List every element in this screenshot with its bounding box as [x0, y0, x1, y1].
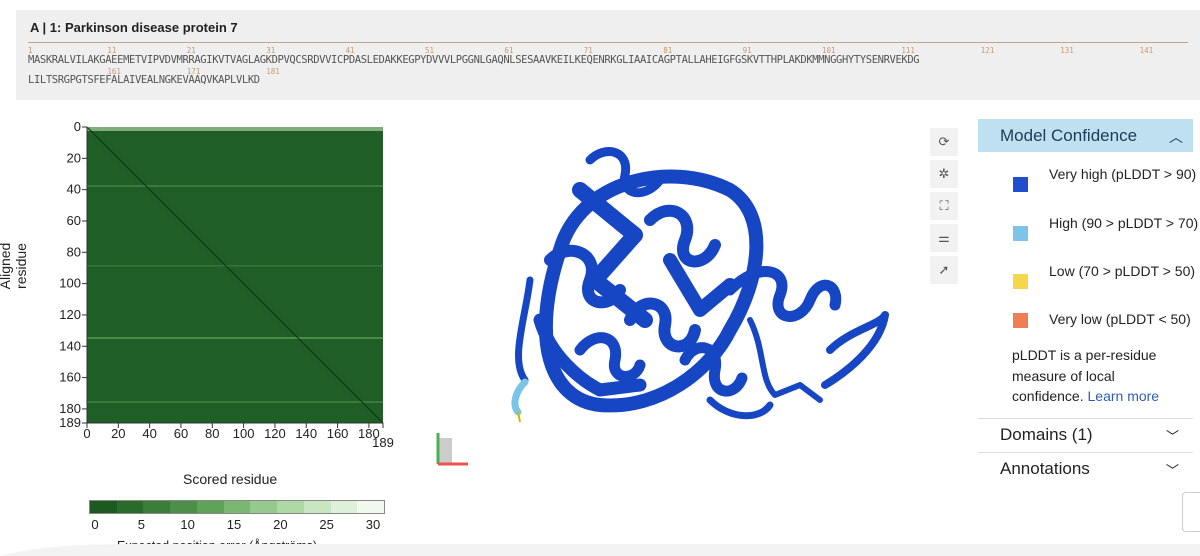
legend-label: Very low (pLDDT < 50) — [1049, 311, 1191, 327]
pae-y-tick-label: 189 — [59, 415, 81, 430]
pae-x-tick-label: 20 — [111, 426, 125, 441]
pae-x-ticks: 0 20 40 60 80 100 120 140 160 180189 — [83, 423, 394, 450]
fullscreen-icon[interactable]: ⛶ — [930, 192, 958, 220]
plddt-note: pLDDT is a per-residue measure of local … — [1012, 345, 1182, 417]
pae-matrix-band — [87, 337, 383, 339]
colorbar-tick-label: 30 — [365, 517, 381, 532]
colorbar-segment — [143, 501, 171, 513]
pae-matrix-band — [87, 185, 383, 187]
legend-swatch — [1013, 177, 1028, 192]
colorbar-segment — [330, 501, 358, 513]
axes-indicator — [436, 433, 468, 466]
pae-colorbar — [89, 500, 385, 514]
pae-y-tick-label: 0 — [74, 119, 81, 134]
protein-strand — [821, 311, 889, 389]
pae-y-tick-label: 80 — [67, 244, 81, 259]
legend-swatch — [1013, 226, 1028, 241]
pae-y-ticks: 0 20 40 60 80 100 120 140 160 180189 — [59, 119, 87, 430]
pae-x-tick-label: 120 — [264, 426, 286, 441]
annotations-label: Annotations — [1000, 459, 1090, 478]
sequence-position-label: 131 — [1060, 46, 1074, 55]
colorbar-tick-label: 5 — [137, 517, 145, 532]
pae-x-tick-label: 189 — [372, 435, 394, 450]
spin-icon[interactable]: ✲ — [930, 160, 958, 188]
pae-x-tick-label: 40 — [142, 426, 156, 441]
pae-matrix-band — [87, 401, 383, 403]
pae-y-tick-label: 120 — [59, 307, 81, 322]
colorbar-segment — [250, 501, 278, 513]
protein-tail — [511, 378, 529, 416]
chevron-down-icon[interactable]: ﹀ — [1166, 460, 1179, 479]
protein-loop — [515, 276, 534, 384]
legend-swatch — [1013, 313, 1028, 328]
bottom-edge — [0, 544, 1200, 556]
model-confidence-title: Model Confidence — [1000, 125, 1138, 145]
colorbar-segment — [277, 501, 304, 513]
pae-plot[interactable]: 020406080100120140160180189 0 20 40 60 80 100… — [0, 0, 430, 470]
domains-label: Domains (1) — [1000, 425, 1093, 444]
colorbar-segment — [90, 501, 117, 513]
chevron-down-icon[interactable]: ﹀ — [1166, 426, 1179, 445]
protein-cartoon[interactable] — [515, 147, 889, 420]
pae-matrix-top-band — [87, 127, 383, 131]
pae-y-tick-label: 180 — [59, 401, 81, 416]
colorbar-tick-label: 20 — [273, 517, 288, 532]
pae-y-tick-label: 160 — [59, 370, 81, 385]
pae-y-tick-label: 40 — [67, 182, 81, 197]
structure-viewer[interactable] — [430, 120, 900, 470]
model-confidence-header[interactable]: Model Confidence ︿ — [978, 119, 1193, 152]
pae-x-tick-label: 80 — [205, 426, 219, 441]
colorbar-segment — [223, 501, 251, 513]
colorbar-tick-label: 25 — [319, 517, 334, 532]
pae-x-tick-label: 160 — [327, 426, 349, 441]
colorbar-segment — [357, 501, 385, 513]
pae-y-tick-label: 60 — [67, 213, 81, 228]
legend-label: High (90 > pLDDT > 70) — [1049, 215, 1199, 231]
protein-helix — [574, 332, 646, 382]
pae-x-tick-label: 140 — [295, 426, 317, 441]
learn-more-link[interactable]: Learn more — [1088, 388, 1160, 404]
sequence-position-label: 121 — [980, 46, 995, 55]
sequence-position-label: 141 — [1139, 46, 1154, 55]
pae-x-tick-label: 100 — [233, 426, 255, 441]
protein-strand — [663, 253, 737, 317]
pae-x-axis-label: Scored residue — [183, 471, 278, 487]
chevron-up-icon[interactable]: ︿ — [1169, 127, 1183, 147]
feedback-tab[interactable] — [1182, 492, 1200, 532]
legend-label: Very high (pLDDT > 90) — [1049, 166, 1197, 182]
legend-label: Low (70 > pLDDT > 50) — [1049, 263, 1196, 279]
protein-helix — [644, 204, 721, 268]
side-panel: Model Confidence ︿ Very high (pLDDT > 90… — [978, 119, 1200, 489]
pae-y-tick-label: 100 — [59, 276, 81, 291]
viewer-toolbar: ⟳ ✲ ⛶ ⚌ ➚ — [930, 128, 958, 288]
pae-x-tick-label: 0 — [83, 426, 90, 441]
protein-loop — [747, 317, 823, 403]
colorbar-segment — [170, 501, 197, 513]
colorbar-tick-label: 10 — [180, 517, 195, 532]
settings-sliders-icon[interactable]: ⚌ — [930, 224, 958, 252]
rotate-icon[interactable]: ⟳ — [930, 128, 958, 156]
pointer-icon[interactable]: ➚ — [930, 256, 958, 284]
colorbar-tick-label: 0 — [91, 517, 99, 532]
legend-swatch — [1013, 274, 1028, 289]
colorbar-segment — [196, 501, 224, 513]
pae-matrix-band — [87, 265, 383, 267]
colorbar-tick-label: 15 — [226, 517, 242, 532]
colorbar-segment — [303, 501, 331, 513]
annotations-row[interactable]: Annotations ﹀ — [978, 452, 1193, 485]
colorbar-segment — [116, 501, 144, 513]
pae-x-tick-label: 60 — [174, 426, 188, 441]
protein-loop — [706, 396, 774, 420]
pae-y-tick-label: 140 — [59, 338, 81, 353]
domains-row[interactable]: Domains (1) ﹀ — [978, 418, 1193, 451]
pae-y-tick-label: 20 — [67, 150, 81, 165]
